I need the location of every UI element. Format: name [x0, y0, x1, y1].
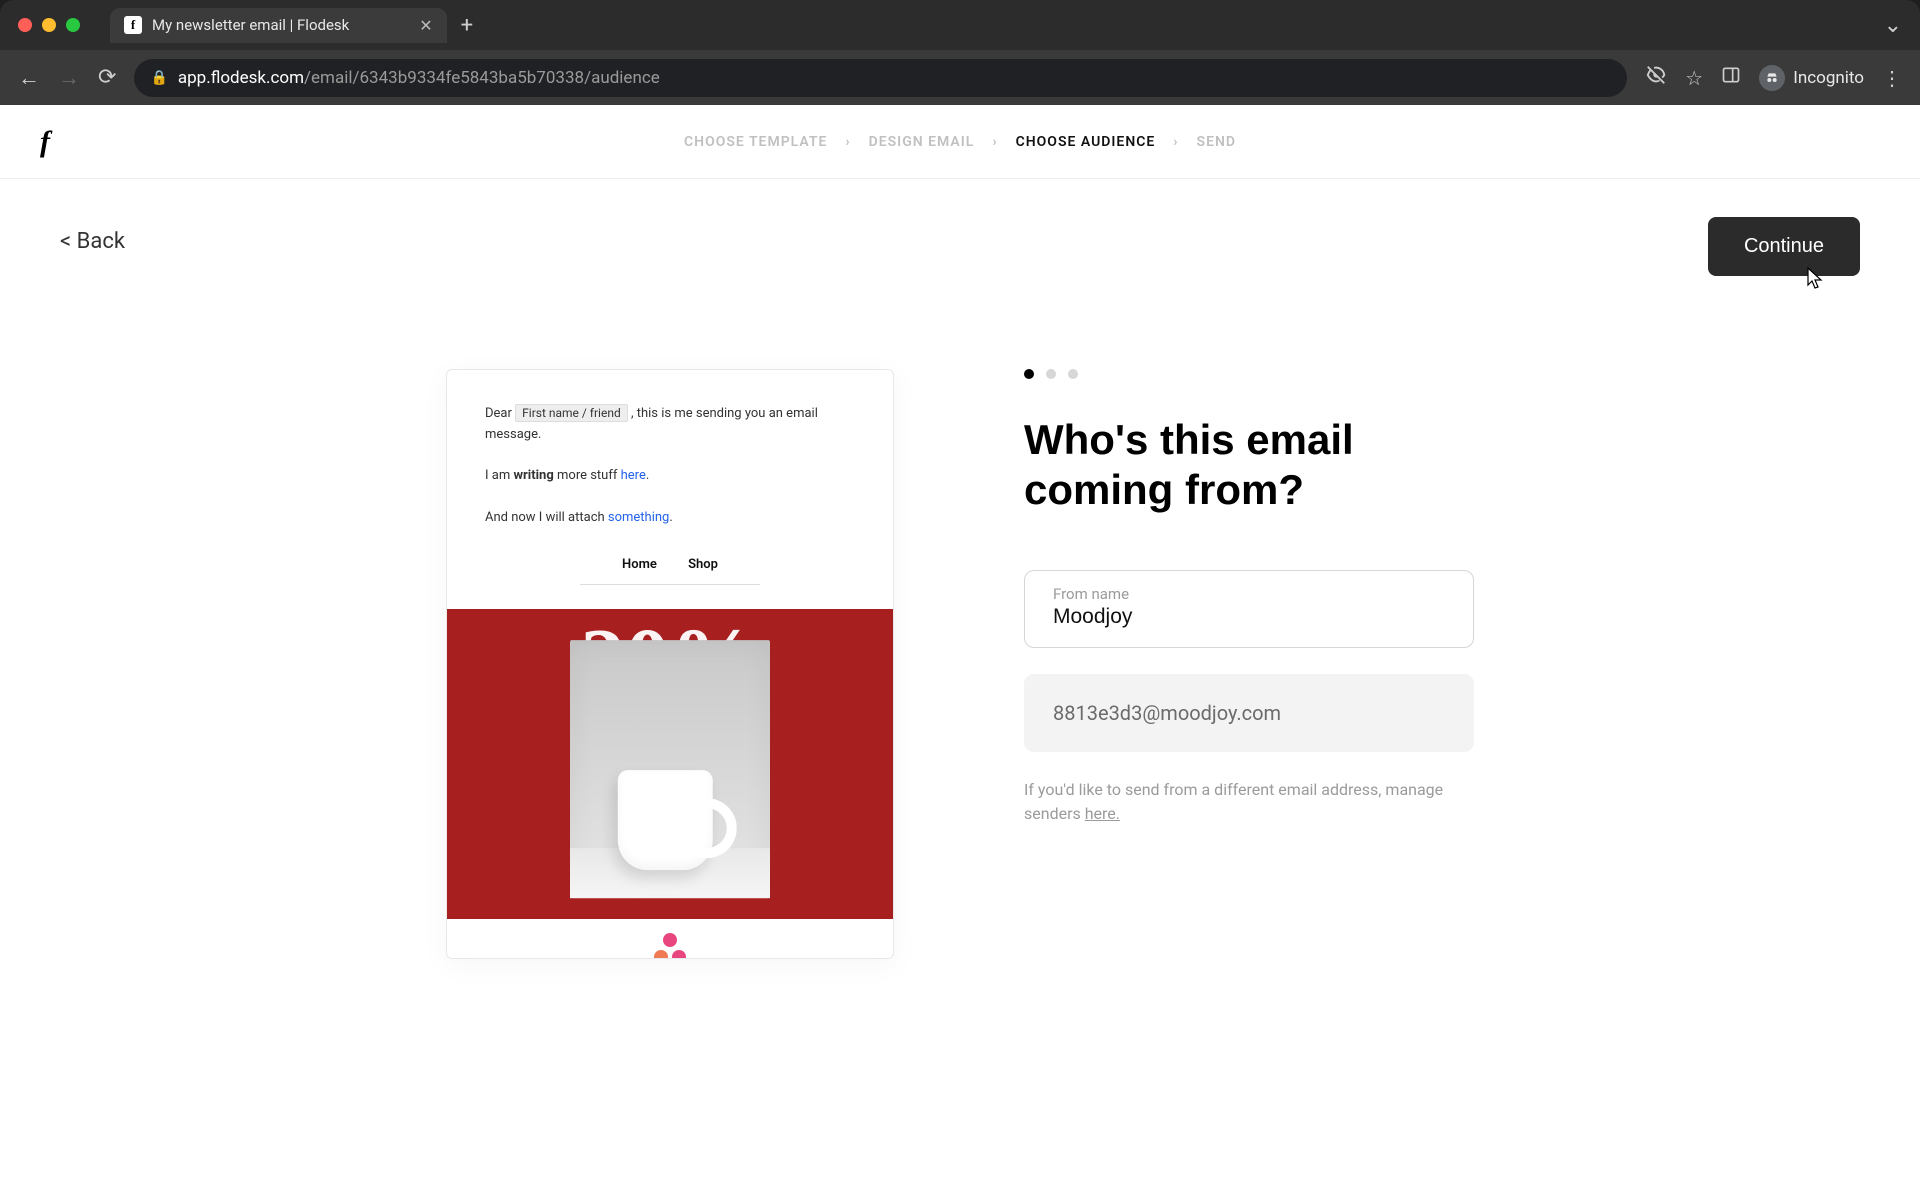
star-icon[interactable]: ☆ — [1685, 66, 1703, 90]
app: f CHOOSE TEMPLATE › DESIGN EMAIL › CHOOS… — [0, 105, 1920, 1200]
url-path: /email/6343b9334fe5843ba5b70338/audience — [304, 68, 660, 88]
sender-form: Who's this email coming from? From name … — [1024, 369, 1474, 959]
cursor-icon — [1806, 267, 1824, 294]
preview-hero: 20% 30% 30% — [447, 609, 893, 919]
url-input[interactable]: 🔒 app.flodesk.com/email/6343b9334fe5843b… — [134, 59, 1627, 97]
lock-icon: 🔒 — [150, 70, 167, 86]
browser-chrome: f My newsletter email | Flodesk ✕ + ⌄ ← … — [0, 0, 1920, 105]
chevron-right-icon: › — [845, 134, 850, 150]
preview-image — [570, 640, 770, 898]
preview-text: And now I will attach — [485, 510, 608, 525]
address-bar-row: ← → ⟳ 🔒 app.flodesk.com/email/6343b9334f… — [0, 50, 1920, 105]
incognito-icon — [1759, 65, 1785, 91]
incognito-label: Incognito — [1793, 68, 1864, 88]
preview-link: here — [621, 468, 646, 483]
dot-1 — [1024, 369, 1034, 379]
preview-link: something — [608, 510, 669, 525]
preview-text: more stuff — [554, 468, 621, 483]
continue-button[interactable]: Continue — [1708, 217, 1860, 276]
email-preview: Dear First name / friend , this is me se… — [446, 369, 894, 959]
tab-title: My newsletter email | Flodesk — [152, 16, 349, 34]
from-email-field: 8813e3d3@moodjoy.com — [1024, 674, 1474, 752]
dot-2 — [1046, 369, 1056, 379]
manage-senders-link[interactable]: here. — [1085, 804, 1120, 823]
browser-tab[interactable]: f My newsletter email | Flodesk ✕ — [110, 8, 447, 43]
step-design-email[interactable]: DESIGN EMAIL — [869, 134, 975, 150]
preview-nav-shop: Shop — [688, 557, 718, 572]
tabs-dropdown-icon[interactable]: ⌄ — [1884, 13, 1902, 38]
close-window-icon[interactable] — [18, 18, 32, 32]
wizard-steps: CHOOSE TEMPLATE › DESIGN EMAIL › CHOOSE … — [684, 134, 1236, 150]
page-title: Who's this email coming from? — [1024, 415, 1474, 516]
step-send[interactable]: SEND — [1197, 134, 1236, 150]
close-tab-icon[interactable]: ✕ — [419, 16, 432, 35]
chevron-right-icon: › — [992, 134, 997, 150]
divider — [580, 584, 760, 585]
tab-bar: f My newsletter email | Flodesk ✕ + ⌄ — [0, 0, 1920, 50]
incognito-badge[interactable]: Incognito — [1759, 65, 1864, 91]
dot-3 — [1068, 369, 1078, 379]
reload-icon[interactable]: ⟳ — [98, 65, 116, 90]
forward-icon[interactable]: → — [58, 65, 80, 91]
preview-footer-logo — [447, 919, 893, 959]
kebab-menu-icon[interactable]: ⋮ — [1882, 66, 1902, 90]
progress-dots — [1024, 369, 1474, 379]
preview-text: Dear — [485, 406, 515, 421]
favicon-icon: f — [124, 16, 142, 34]
from-name-field[interactable]: From name — [1024, 570, 1474, 648]
new-tab-button[interactable]: + — [461, 13, 473, 38]
url-host: app.flodesk.com — [178, 68, 304, 88]
step-choose-audience[interactable]: CHOOSE AUDIENCE — [1016, 134, 1156, 150]
preview-nav-home: Home — [622, 557, 657, 572]
page-body: < Back Continue Dear First name / friend… — [0, 179, 1920, 959]
side-panel-icon[interactable] — [1721, 65, 1741, 90]
maximize-window-icon[interactable] — [66, 18, 80, 32]
preview-body: Dear First name / friend , this is me se… — [447, 370, 893, 545]
mug-icon — [618, 770, 713, 870]
flodesk-logo[interactable]: f — [40, 125, 50, 159]
from-email-value: 8813e3d3@moodjoy.com — [1053, 701, 1445, 725]
sender-hint: If you'd like to send from a different e… — [1024, 778, 1474, 826]
window-controls — [18, 18, 80, 32]
merge-token: First name / friend — [515, 404, 628, 422]
preview-text: I am — [485, 468, 513, 483]
preview-nav: Home Shop — [447, 545, 893, 584]
from-name-label: From name — [1053, 585, 1445, 603]
app-header: f CHOOSE TEMPLATE › DESIGN EMAIL › CHOOS… — [0, 105, 1920, 179]
step-choose-template[interactable]: CHOOSE TEMPLATE — [684, 134, 827, 150]
back-link[interactable]: < Back — [60, 229, 125, 254]
preview-text-bold: writing — [513, 468, 553, 483]
from-name-input[interactable] — [1053, 605, 1445, 629]
chevron-right-icon: › — [1173, 134, 1178, 150]
minimize-window-icon[interactable] — [42, 18, 56, 32]
back-icon[interactable]: ← — [18, 65, 40, 91]
eye-off-icon[interactable] — [1645, 64, 1667, 91]
